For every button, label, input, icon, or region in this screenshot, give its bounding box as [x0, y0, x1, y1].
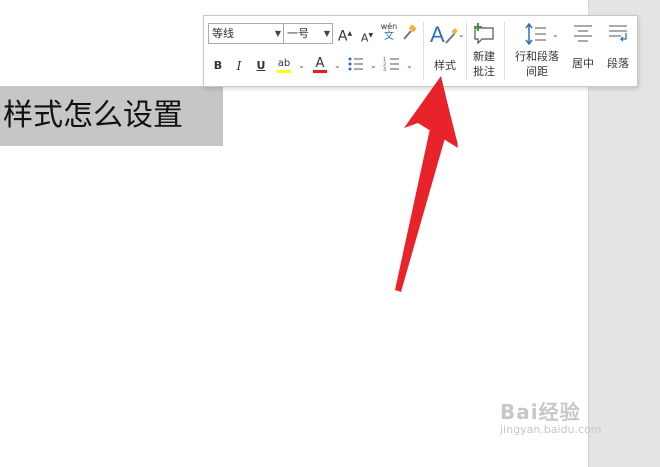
watermark-brand: Bai经验 [500, 400, 581, 424]
baidu-watermark: Bai经验 jingyan.baidu.com [500, 396, 602, 436]
watermark-url: jingyan.baidu.com [500, 423, 602, 436]
